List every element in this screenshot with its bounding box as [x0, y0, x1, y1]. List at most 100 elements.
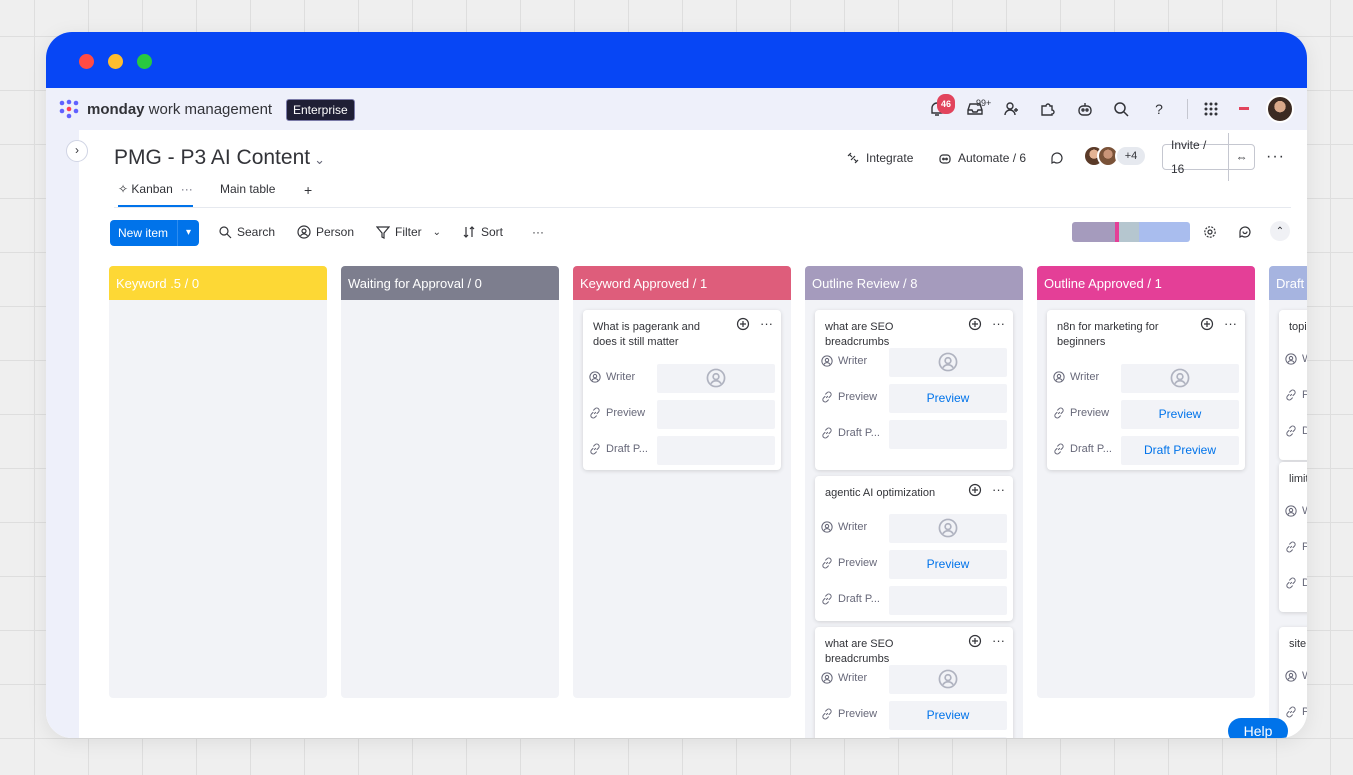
expand-sidebar-button[interactable]: › — [66, 140, 88, 162]
help-icon[interactable]: ? — [1150, 100, 1168, 118]
ai-assistant-icon[interactable] — [1076, 100, 1094, 118]
writer-cell[interactable] — [889, 665, 1007, 694]
invite-button[interactable]: Invite / 16 ⇔ — [1162, 133, 1255, 181]
writer-cell[interactable] — [657, 364, 775, 393]
card-title[interactable]: what are SEO breadcrumbs — [825, 637, 945, 667]
chevron-down-icon[interactable]: ⌄ — [314, 152, 325, 167]
card-title[interactable]: site — [1289, 637, 1307, 652]
maximize-window-button[interactable] — [137, 54, 152, 69]
collapse-header-chevron-icon[interactable]: ⌃ — [1270, 221, 1290, 241]
field-label: Draft P... — [589, 443, 648, 455]
link-icon — [822, 427, 832, 439]
board-title[interactable]: PMG - P3 AI Content ⌄ — [114, 146, 325, 170]
close-window-button[interactable] — [79, 54, 94, 69]
status-color-summary[interactable] — [1072, 222, 1190, 242]
apps-marketplace-icon[interactable] — [1038, 100, 1056, 118]
tab-main-table[interactable]: Main table — [220, 182, 275, 207]
add-view-button[interactable]: + — [304, 182, 312, 207]
add-update-icon[interactable] — [968, 317, 982, 331]
main-area: › PMG - P3 AI Content ⌄ Integrate Automat… — [46, 130, 1307, 738]
field-label: Writer — [589, 371, 635, 383]
account-logo-icon[interactable]: ▬ — [1239, 102, 1257, 116]
invite-members-icon[interactable] — [1002, 100, 1020, 118]
automate-button[interactable]: Automate / 6 — [938, 151, 1026, 165]
chevron-down-icon[interactable]: ▾ — [177, 220, 199, 246]
card-more-icon[interactable]: ··· — [760, 316, 773, 331]
card-more-icon[interactable]: ··· — [992, 482, 1005, 497]
draft-preview-link[interactable] — [889, 737, 1007, 738]
sort-button[interactable]: Sort — [462, 225, 503, 239]
person-filter-button[interactable]: Person — [297, 225, 354, 239]
card-actions: ··· — [968, 482, 1005, 497]
notifications-bell-icon[interactable]: 46 — [928, 94, 956, 118]
card-more-icon[interactable]: ··· — [992, 316, 1005, 331]
link-icon — [1054, 443, 1064, 455]
preview-link[interactable]: Preview — [889, 384, 1007, 413]
kanban-card[interactable]: What is pagerank and does it still matte… — [583, 310, 781, 470]
add-update-icon[interactable] — [968, 483, 982, 497]
board-more-icon[interactable]: ··· — [1266, 148, 1285, 166]
field-label: Preview — [1285, 389, 1307, 401]
filter-button[interactable]: Filter ⌄ — [376, 225, 441, 239]
writer-field: Writer — [821, 348, 1007, 377]
integrate-button[interactable]: Integrate — [846, 151, 913, 165]
inbox-icon[interactable]: 99+ — [966, 98, 991, 118]
tab-options-icon[interactable]: ··· — [181, 182, 193, 196]
kanban-card[interactable]: n8n for marketing for beginners ··· Writer… — [1047, 310, 1245, 470]
card-title[interactable]: n8n for marketing for beginners — [1057, 320, 1177, 350]
column-header[interactable]: Outline Approved / 1 — [1037, 266, 1255, 300]
preview-link[interactable]: Preview — [1121, 400, 1239, 429]
card-title[interactable]: what are SEO breadcrumbs — [825, 320, 945, 350]
draft-preview-field: Draft P... — [821, 737, 1007, 738]
search-icon[interactable] — [1112, 100, 1130, 118]
user-avatar[interactable] — [1266, 95, 1294, 123]
column-header[interactable]: Keyword Approved / 1 — [573, 266, 791, 300]
add-update-icon[interactable] — [736, 317, 750, 331]
copy-link-icon[interactable]: ⇔ — [1229, 150, 1254, 164]
monday-logo-icon[interactable] — [58, 99, 80, 119]
kanban-card[interactable]: what are SEO breadcrumbs ··· Writer Preview… — [815, 627, 1013, 738]
writer-cell[interactable] — [889, 514, 1007, 543]
draft-preview-link[interactable]: Draft Preview — [1121, 436, 1239, 465]
settings-gear-icon[interactable] — [1203, 225, 1217, 239]
empty-person-icon — [938, 518, 958, 538]
column-header[interactable]: Waiting for Approval / 0 — [341, 266, 559, 300]
writer-cell[interactable] — [1121, 364, 1239, 393]
field-label: Writer — [821, 355, 867, 367]
preview-link[interactable]: Preview — [889, 550, 1007, 579]
more-actions-icon[interactable]: ··· — [532, 225, 544, 239]
column-header[interactable]: Keyword .5 / 0 — [109, 266, 327, 300]
card-more-icon[interactable]: ··· — [1224, 316, 1237, 331]
apps-grid-icon[interactable] — [1202, 100, 1220, 118]
feedback-icon[interactable] — [1238, 225, 1252, 239]
chevron-down-icon[interactable]: ⌄ — [433, 227, 441, 238]
help-button[interactable]: Help — [1228, 718, 1288, 738]
column-header[interactable]: Outline Review / 8 — [805, 266, 1023, 300]
card-title[interactable]: What is pagerank and does it still matte… — [593, 320, 713, 350]
kanban-card[interactable]: limit SEO Writer Preview Draft P... — [1279, 462, 1307, 612]
draft-preview-link[interactable] — [889, 586, 1007, 615]
writer-cell[interactable] — [889, 348, 1007, 377]
add-update-icon[interactable] — [968, 634, 982, 648]
preview-link[interactable]: Preview — [889, 701, 1007, 730]
minimize-window-button[interactable] — [108, 54, 123, 69]
card-more-icon[interactable]: ··· — [992, 633, 1005, 648]
updates-button[interactable] — [1050, 151, 1064, 165]
draft-preview-field: Draft P... — [1285, 418, 1307, 447]
search-button[interactable]: Search — [218, 225, 275, 239]
draft-preview-link[interactable] — [657, 436, 775, 465]
new-item-button[interactable]: New item ▾ — [110, 220, 199, 246]
card-title[interactable]: agentic AI optimization — [825, 486, 945, 501]
kanban-card[interactable]: what are SEO breadcrumbs ··· Writer Preview… — [815, 310, 1013, 470]
column-header[interactable]: Draft — [1269, 266, 1307, 300]
draft-preview-link[interactable] — [889, 420, 1007, 449]
tab-kanban[interactable]: ✧ Kanban ··· — [118, 182, 193, 207]
field-label: Draft P... — [821, 427, 880, 439]
add-update-icon[interactable] — [1200, 317, 1214, 331]
kanban-card[interactable]: topi Writer Preview Draft P... — [1279, 310, 1307, 460]
card-title[interactable]: limit SEO — [1289, 472, 1307, 487]
kanban-card[interactable]: agentic AI optimization ··· Writer Preview P… — [815, 476, 1013, 621]
preview-link[interactable] — [657, 400, 775, 429]
preview-field: Preview — [1285, 699, 1307, 728]
card-title[interactable]: topi — [1289, 320, 1307, 335]
